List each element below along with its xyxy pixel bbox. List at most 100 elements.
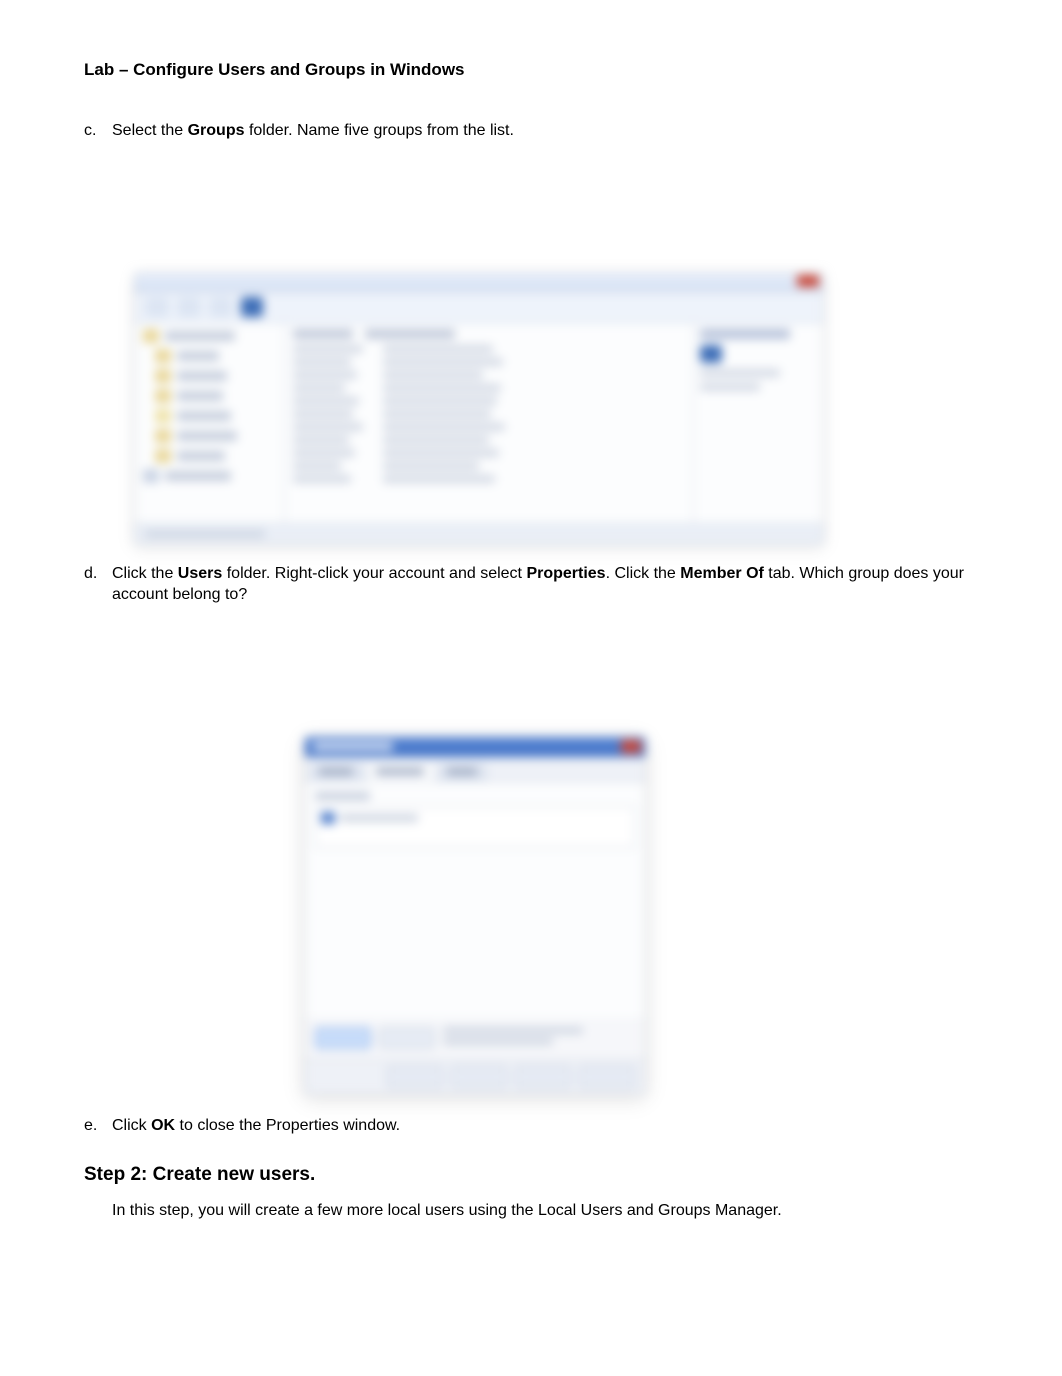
list-item [293,371,357,379]
action-link [700,369,780,377]
tree-node [143,349,276,363]
list-col [293,345,373,483]
step2-heading: Step 2: Create new users. [84,1164,978,1186]
list-item [293,358,351,366]
list-item [383,462,479,470]
tree-node [143,469,276,483]
list-item [383,345,493,353]
list-item [383,475,495,483]
device-icon [143,469,159,483]
step-item-e: e. Click OK to close the Properties wind… [84,1115,978,1137]
folder-icon [143,329,159,343]
dialog-button-row [305,1059,645,1094]
apply-button [515,1066,571,1088]
text-line [443,1038,553,1045]
col-header [365,329,455,339]
text: folder. Name five groups from the list. [245,122,514,139]
dialog-content [305,782,645,1017]
list-col [383,345,513,483]
folder-icon [155,429,171,443]
text: folder. Right-click your account and sel… [222,565,526,582]
add-button [315,1027,371,1049]
bold-text: Local Users and Groups Manager [538,1202,777,1219]
list-item [383,436,489,444]
tab-label [319,768,353,775]
group-name [340,814,418,822]
list-item [293,436,349,444]
text: Click the [112,565,178,582]
list-item [293,449,355,457]
tree-label [177,371,227,381]
screenshot-properties-dialog [304,736,644,1095]
folder-icon [155,349,171,363]
tab-label [376,768,424,775]
item-letter: d. [84,563,112,606]
folder-icon [155,449,171,463]
actions-pane [693,323,823,523]
item-letter: c. [84,120,112,142]
tab-member-of [367,762,435,781]
cancel-button [451,1066,507,1088]
tree-label [177,411,231,421]
list-item [293,410,353,418]
tree-label [177,451,225,461]
group-icon [700,345,722,363]
screenshot-lusrmgr-groups [134,272,822,545]
list-item [293,462,341,470]
tree-label [177,391,223,401]
list-item [293,384,345,392]
bold-text: OK [151,1117,175,1134]
step2-intro: In this step, you will create a few more… [112,1200,978,1222]
list-rows [293,345,685,483]
window-titlebar [135,273,823,292]
folder-icon [155,389,171,403]
toolbar-button [145,297,169,317]
step-item-c: c. Select the Groups folder. Name five g… [84,120,978,142]
remove-button [379,1027,435,1049]
tree-node [143,369,276,383]
tab-general [311,763,363,781]
col-header [293,329,353,339]
list-item [293,475,351,483]
lab-title: Lab – Configure Users and Groups in Wind… [84,60,978,80]
text: Select the [112,122,188,139]
window-body [135,323,823,523]
status-bar [135,523,823,544]
bold-text: Properties [526,565,605,582]
step-item-d: d. Click the Users folder. Right-click y… [84,563,978,606]
list-item [383,410,491,418]
list-item [383,371,483,379]
item-body: Click OK to close the Properties window. [112,1115,978,1137]
group-item [321,812,629,824]
action-link [700,383,760,391]
tree-label [177,351,219,361]
text: to close the Properties window. [175,1117,400,1134]
close-icon [797,275,819,287]
add-remove-row [305,1017,645,1059]
text: Click [112,1117,151,1134]
properties-dialog [304,736,646,1095]
dialog-titlebar [305,737,645,757]
list-item [293,423,363,431]
note-text [443,1027,583,1049]
toolbar [135,292,823,323]
item-body: Select the Groups folder. Name five grou… [112,120,978,142]
document-page: Lab – Configure Users and Groups in Wind… [0,0,1062,1343]
tree-pane [135,323,285,523]
list-item [293,345,363,353]
text: In this step, you will create a few more… [112,1202,538,1219]
dialog-tabs [305,757,645,782]
list-item [383,384,501,392]
tab-profile [439,763,487,781]
item-letter: e. [84,1115,112,1137]
bold-text: Member Of [680,565,764,582]
bold-text: Groups [188,122,245,139]
tree-node [143,329,276,343]
text: . [777,1202,781,1219]
ok-button [387,1066,443,1088]
list-item [383,423,505,431]
list-pane [285,323,693,523]
close-icon [621,740,641,753]
tree-label [165,331,235,341]
list-item [383,397,497,405]
